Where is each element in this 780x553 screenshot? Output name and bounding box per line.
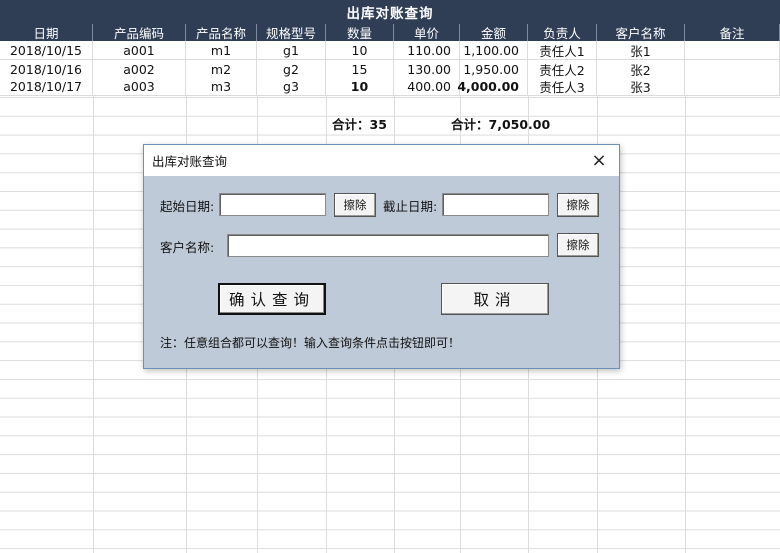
clear-customer-button[interactable]: 擦除 <box>557 233 599 257</box>
cell-note[interactable] <box>685 77 780 96</box>
header-date[interactable]: 日期 <box>0 24 93 41</box>
cell-spec-model[interactable]: g1 <box>257 41 326 60</box>
dialog-title: 出库对账查询 <box>152 154 228 169</box>
cell-product-name[interactable]: m1 <box>186 41 257 60</box>
clear-start-date-button[interactable]: 擦除 <box>334 193 376 217</box>
cell-note[interactable] <box>685 41 780 60</box>
header-unit-price[interactable]: 单价 <box>394 24 460 41</box>
cell-customer-name[interactable]: 张3 <box>597 77 685 96</box>
cell-quantity[interactable]: 10 <box>326 77 394 96</box>
table-header-row: 日期 产品编码 产品名称 规格型号 数量 单价 金额 负责人 客户名称 备注 <box>0 24 780 41</box>
cell-unit-price[interactable]: 400.00 <box>394 77 460 96</box>
header-spec-model[interactable]: 规格型号 <box>257 24 326 41</box>
cell-product-code[interactable]: a001 <box>93 41 186 60</box>
query-dialog: 出库对账查询 × 起始日期: 擦除 截止日期: 擦除 客户名称: 擦除 确认查询… <box>143 144 620 369</box>
header-quantity[interactable]: 数量 <box>326 24 394 41</box>
customer-name-label: 客户名称: <box>160 240 215 255</box>
cell-product-name[interactable]: m3 <box>186 77 257 96</box>
close-icon[interactable]: × <box>591 150 607 171</box>
header-amount[interactable]: 金额 <box>460 24 528 41</box>
start-date-label: 起始日期: <box>160 199 215 214</box>
header-customer-name[interactable]: 客户名称 <box>597 24 685 41</box>
header-note[interactable]: 备注 <box>685 24 780 41</box>
clear-end-date-button[interactable]: 擦除 <box>557 193 599 217</box>
cell-spec-model[interactable]: g3 <box>257 77 326 96</box>
cell-owner[interactable]: 责任人3 <box>528 77 597 96</box>
total-quantity[interactable]: 合计：35 <box>332 114 387 133</box>
total-amount[interactable]: 合计：7,050.00 <box>451 114 550 133</box>
confirm-query-button[interactable]: 确认查询 <box>218 283 326 315</box>
header-owner[interactable]: 负责人 <box>528 24 597 41</box>
totals-row: 合计：35 合计：7,050.00 <box>0 114 780 133</box>
cell-customer-name[interactable]: 张1 <box>597 41 685 60</box>
sheet-title: 出库对账查询 <box>0 0 780 24</box>
cell-owner[interactable]: 责任人1 <box>528 41 597 60</box>
cell-amount[interactable]: 4,000.00 <box>457 77 528 96</box>
cell-amount[interactable]: 1,100.00 <box>460 41 528 60</box>
cell-date[interactable]: 2018/10/15 <box>0 41 93 60</box>
cancel-button[interactable]: 取消 <box>441 283 549 315</box>
cell-unit-price[interactable]: 110.00 <box>394 41 460 60</box>
table-row: 2018/10/15 a001 m1 g1 10 110.00 1,100.00… <box>0 41 780 60</box>
cell-date[interactable]: 2018/10/17 <box>0 77 93 96</box>
end-date-input[interactable] <box>442 193 549 216</box>
dialog-note: 注：任意组合都可以查询！输入查询条件点击按钮即可！ <box>160 336 461 350</box>
cell-product-code[interactable]: a003 <box>93 77 186 96</box>
header-product-code[interactable]: 产品编码 <box>93 24 186 41</box>
start-date-input[interactable] <box>219 193 326 216</box>
cell-quantity[interactable]: 10 <box>326 41 394 60</box>
customer-name-input[interactable] <box>227 234 549 257</box>
dialog-titlebar[interactable]: 出库对账查询 × <box>144 145 619 176</box>
end-date-label: 截止日期: <box>383 199 438 214</box>
table-row: 2018/10/17 a003 m3 g3 10 400.00 4,000.00… <box>0 77 780 96</box>
header-product-name[interactable]: 产品名称 <box>186 24 257 41</box>
